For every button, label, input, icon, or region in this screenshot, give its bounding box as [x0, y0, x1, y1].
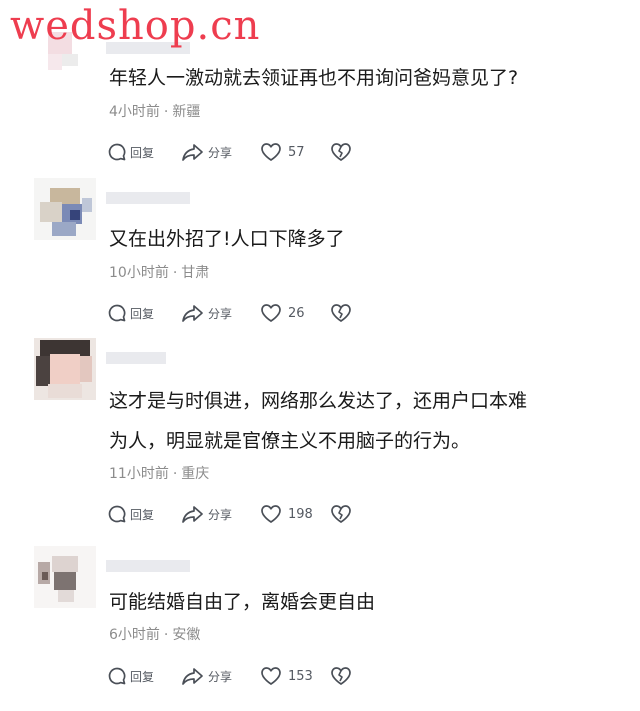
- comment-text: 又在出外招了!人口下降多了: [109, 228, 345, 250]
- share-button[interactable]: 分享: [181, 303, 259, 323]
- heart-icon: [261, 304, 281, 322]
- avatar[interactable]: [34, 546, 96, 608]
- like-count: 26: [288, 305, 305, 321]
- comment-meta: 6小时前 · 安徽: [109, 624, 200, 644]
- separator-dot: ·: [172, 265, 178, 281]
- heart-icon: [261, 667, 281, 685]
- reply-label: 回复: [130, 507, 155, 522]
- comment-actions: 回复 分享 198: [107, 502, 353, 526]
- comment-location: 新疆: [172, 104, 201, 120]
- share-label: 分享: [208, 669, 233, 684]
- share-label: 分享: [208, 145, 233, 160]
- watermark-text: wedshop.cn: [10, 3, 261, 49]
- like-button[interactable]: 198: [259, 504, 329, 524]
- username-blurred[interactable]: [106, 560, 190, 572]
- comment-text-line: 为人，明显就是官僚主义不用脑子的行为。: [109, 430, 471, 452]
- comment-actions: 回复 分享 26: [107, 301, 353, 325]
- username-blurred[interactable]: [106, 192, 190, 204]
- comment-text: 可能结婚自由了，离婚会更自由: [109, 591, 376, 613]
- share-label: 分享: [208, 507, 233, 522]
- comment-bubble-icon: [108, 143, 126, 161]
- reply-button[interactable]: 回复: [107, 504, 181, 524]
- dislike-button[interactable]: [329, 504, 353, 524]
- comment-text-line: 这才是与时俱进，网络那么发达了，还用户口本难: [109, 390, 528, 412]
- reply-label: 回复: [130, 145, 155, 160]
- dislike-button[interactable]: [329, 303, 353, 323]
- separator-dot: ·: [172, 466, 178, 482]
- comment-time: 11小时前: [109, 466, 169, 482]
- reply-button[interactable]: 回复: [107, 666, 181, 686]
- comment-bubble-icon: [108, 667, 126, 685]
- reply-label: 回复: [130, 669, 155, 684]
- share-button[interactable]: 分享: [181, 666, 259, 686]
- comment-text: 这才是与时俱进，网络那么发达了，还用户口本难 为人，明显就是官僚主义不用脑子的行…: [109, 381, 579, 461]
- share-button[interactable]: 分享: [181, 142, 259, 162]
- broken-heart-icon: [331, 304, 351, 322]
- reply-label: 回复: [130, 306, 155, 321]
- heart-icon: [261, 505, 281, 523]
- comment-text: 年轻人一激动就去领证再也不用询问爸妈意见了?: [109, 67, 519, 89]
- comment-bubble-icon: [108, 505, 126, 523]
- comment-actions: 回复 分享 153: [107, 664, 353, 688]
- share-arrow-icon: [182, 144, 203, 161]
- reply-button[interactable]: 回复: [107, 142, 181, 162]
- share-button[interactable]: 分享: [181, 504, 259, 524]
- comment-meta: 4小时前 · 新疆: [109, 101, 200, 121]
- separator-dot: ·: [163, 627, 169, 643]
- like-count: 153: [288, 668, 313, 684]
- comment-location: 安徽: [172, 627, 201, 643]
- like-button[interactable]: 26: [259, 303, 329, 323]
- broken-heart-icon: [331, 505, 351, 523]
- heart-icon: [261, 143, 281, 161]
- comment-meta: 10小时前 · 甘肃: [109, 262, 209, 282]
- avatar[interactable]: [34, 338, 96, 400]
- reply-button[interactable]: 回复: [107, 303, 181, 323]
- comment-location: 甘肃: [181, 265, 210, 281]
- comment-time: 6小时前: [109, 627, 160, 643]
- broken-heart-icon: [331, 143, 351, 161]
- like-button[interactable]: 153: [259, 666, 329, 686]
- share-arrow-icon: [182, 506, 203, 523]
- comment-time: 4小时前: [109, 104, 160, 120]
- separator-dot: ·: [163, 104, 169, 120]
- comment-time: 10小时前: [109, 265, 169, 281]
- broken-heart-icon: [331, 667, 351, 685]
- username-blurred[interactable]: [106, 352, 166, 364]
- comment-location: 重庆: [181, 466, 210, 482]
- share-arrow-icon: [182, 305, 203, 322]
- comment-meta: 11小时前 · 重庆: [109, 463, 209, 483]
- comment-actions: 回复 分享 57: [107, 140, 353, 164]
- dislike-button[interactable]: [329, 142, 353, 162]
- share-arrow-icon: [182, 668, 203, 685]
- avatar[interactable]: [34, 178, 96, 240]
- dislike-button[interactable]: [329, 666, 353, 686]
- like-button[interactable]: 57: [259, 142, 329, 162]
- like-count: 57: [288, 144, 305, 160]
- comment-bubble-icon: [108, 304, 126, 322]
- share-label: 分享: [208, 306, 233, 321]
- like-count: 198: [288, 506, 313, 522]
